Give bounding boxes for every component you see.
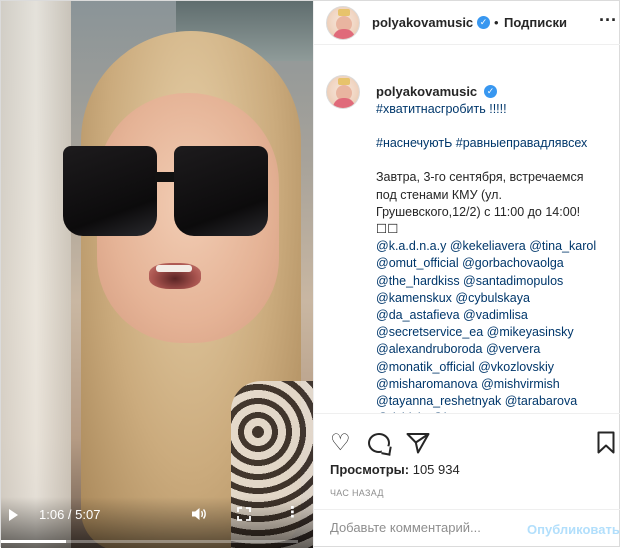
caption-link-line[interactable]: @kamenskux @cybulskaya <box>376 290 612 307</box>
caption-link-line[interactable]: #хватитнасгробить !!!!! <box>376 101 612 118</box>
caption-username[interactable]: polyakovamusic <box>376 84 477 99</box>
avatar-crown <box>338 9 350 16</box>
post-comment-button[interactable]: Опубликовать <box>527 522 620 537</box>
post-timestamp[interactable]: час назад <box>330 488 384 498</box>
caption-link-line[interactable]: @secretservice_ea @mikeyasinsky <box>376 324 612 341</box>
post-header: polyakovamusic ✓ • Подписки ··· <box>314 1 620 45</box>
caption-link-line[interactable]: @omut_official @gorbachovaolga <box>376 255 612 272</box>
video-person-teeth <box>156 265 192 272</box>
heart-icon[interactable]: ♡ <box>330 431 351 454</box>
views-label: Просмотры: <box>330 462 410 477</box>
video-background-curtain <box>1 1 71 548</box>
caption-line: ☐☐ <box>376 222 399 237</box>
post-sidebar: polyakovamusic ✓ • Подписки ··· polyakov… <box>313 1 620 548</box>
video-progress-bar[interactable] <box>1 540 298 543</box>
sunglasses-right-lens <box>174 146 268 236</box>
more-options-icon[interactable]: ⋮ <box>285 505 300 520</box>
video-progress-fill <box>1 540 67 543</box>
caption-link-line[interactable]: @k.a.d.n.a.y @kekeliavera @tina_karol <box>376 238 612 255</box>
sunglasses-left-lens <box>63 146 157 236</box>
avatar[interactable] <box>326 75 360 109</box>
video-person-sunglasses <box>63 146 268 238</box>
avatar-crown <box>338 78 350 85</box>
post-actions: ♡ Просмотры: 105 934 час назад <box>314 413 620 498</box>
views-count: Просмотры: 105 934 <box>330 462 460 477</box>
avatar-body <box>333 29 355 39</box>
more-options-icon[interactable]: ··· <box>599 10 617 31</box>
caption-link-line[interactable]: @monatik_official @vkozlovskiy <box>376 359 612 376</box>
caption-link-line[interactable]: @tayanna_reshetnyak @tarabarova <box>376 393 612 410</box>
video-time: 1:06 / 5:07 <box>39 507 101 522</box>
verified-badge-icon: ✓ <box>484 85 497 98</box>
views-number: 105 934 <box>412 462 460 477</box>
comment-icon[interactable] <box>368 433 390 453</box>
caption-line: Завтра, 3-го сентября, встречаемся <box>376 170 584 185</box>
verified-badge-icon: ✓ <box>477 16 490 29</box>
share-icon[interactable] <box>406 432 430 454</box>
volume-icon[interactable] <box>191 507 207 521</box>
post-modal: 1:06 / 5:07 ⋮ polyakovamusic ✓ • Подписк… <box>0 0 620 548</box>
avatar-body <box>333 98 355 108</box>
caption-line: Грушевского,12/2) с 11:00 до 14:00! <box>376 204 581 219</box>
caption-line: под стенами КМУ (ул. <box>376 187 502 202</box>
caption-link-line[interactable]: #наснечуютЬ #равныеправадлявсех <box>376 135 612 152</box>
header-username[interactable]: polyakovamusic <box>372 15 473 30</box>
header-separator: • <box>494 15 499 30</box>
video-player[interactable]: 1:06 / 5:07 ⋮ <box>1 1 313 548</box>
avatar[interactable] <box>326 6 360 40</box>
caption-link-line[interactable]: @da_astafieva @vadimlisa <box>376 307 612 324</box>
caption-text: #хватитнасгробить !!!!! #наснечуютЬ #равн… <box>376 101 612 413</box>
caption-link-line[interactable]: @the_hardkiss @santadimopulos <box>376 273 612 290</box>
caption-link-line[interactable]: @alexandruboroda @ververa <box>376 341 612 358</box>
bookmark-icon[interactable] <box>597 431 615 454</box>
caption-link-line[interactable]: @misharomanova @mishvirmish <box>376 376 612 393</box>
following-button[interactable]: Подписки <box>504 15 567 30</box>
play-icon[interactable] <box>9 509 18 521</box>
post-caption: polyakovamusic ✓ #хватитнасгробить !!!!!… <box>314 57 620 413</box>
add-comment-bar: Опубликовать <box>314 509 620 548</box>
comment-input[interactable] <box>330 520 520 535</box>
fullscreen-icon[interactable] <box>237 507 251 521</box>
